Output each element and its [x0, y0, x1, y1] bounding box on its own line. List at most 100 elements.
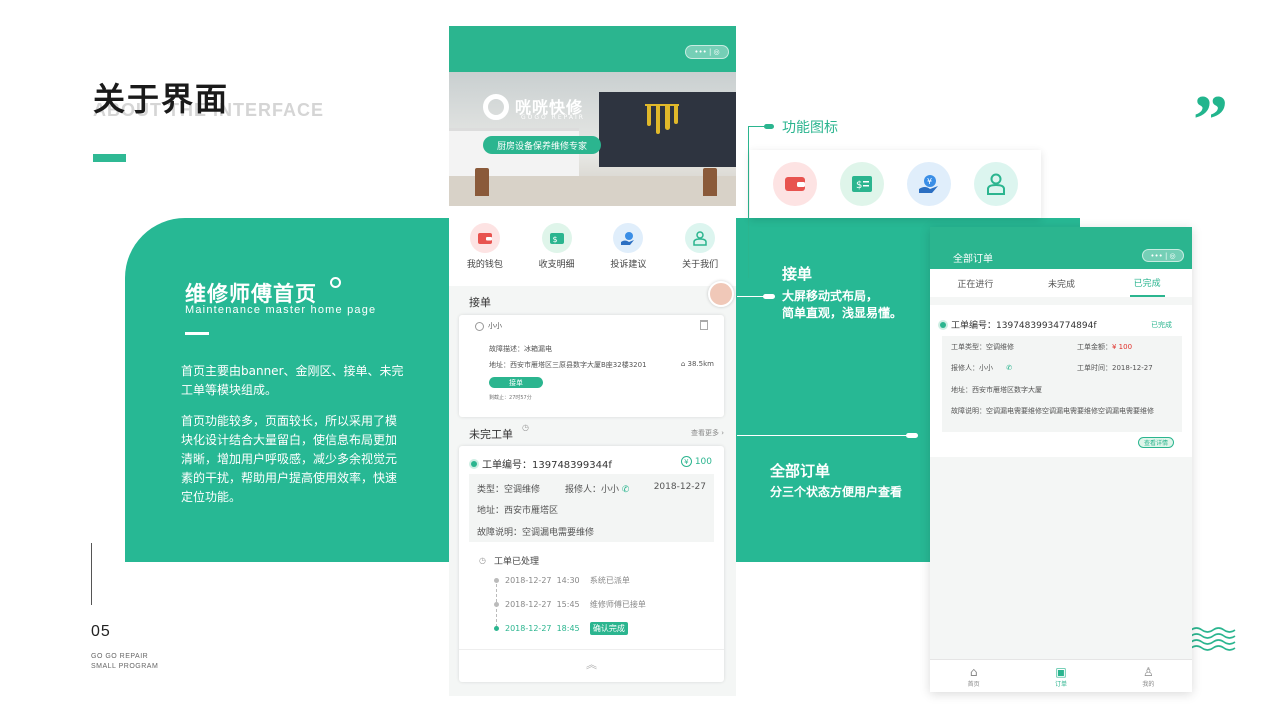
accent-bar	[93, 154, 126, 162]
timeline-item: 2018-12-27 18:45 确认完成	[505, 622, 628, 635]
avatar[interactable]	[708, 281, 734, 307]
accept-user: 小小	[488, 322, 502, 330]
user-icon	[475, 321, 484, 331]
tab-incomplete[interactable]: 未完成	[1048, 277, 1075, 290]
wallet-icon[interactable]	[773, 162, 818, 206]
quick-icons: 我的钱包 $ 收支明细 投诉建议 关于我们	[449, 206, 736, 286]
quote-mark-icon: ”	[1193, 82, 1228, 159]
waves-decoration-icon	[1190, 627, 1236, 651]
home-screen-mockup: ••• | ◎ 咣咣快修 GOGO REPAIR 厨房设备保养维修专家 我的钱包…	[449, 26, 736, 696]
callout-icons-label: 功能图标	[782, 120, 838, 136]
quick-icon-wallet[interactable]: 我的钱包	[453, 223, 517, 286]
callout-dot	[764, 124, 774, 129]
callout-accept-desc-2: 简单直观，浅显易懂。	[782, 306, 903, 320]
complaint-icon[interactable]: ¥	[906, 162, 951, 206]
completed-order-card[interactable]: 工单编号：13974839934774894f 已完成 工单类型：空调维修 工单…	[930, 305, 1192, 457]
status-dot	[940, 321, 946, 328]
pending-order-card[interactable]: 工单编号：139748399344f ¥ 100 类型：空调维修 报修人：小小 …	[459, 446, 724, 682]
orders-tabs: 正在进行 未完成 已完成	[930, 269, 1192, 297]
see-more-link[interactable]: 查看更多 ›	[691, 428, 724, 438]
tab-in-progress[interactable]: 正在进行	[957, 277, 993, 290]
quick-icon-about[interactable]: 关于我们	[668, 223, 732, 286]
orders-fault: 空调漏电需要维修空调漏电需要维修空调漏电需要维修	[986, 407, 1154, 415]
intro-subtitle: Maintenance master home page	[185, 304, 377, 316]
tabbar-profile[interactable]: ♙ 我的	[1142, 665, 1154, 688]
orders-order-no: 13974839934774894f	[996, 321, 1097, 331]
callout-line	[737, 296, 765, 297]
intro-dash	[185, 332, 209, 335]
banner-slogan: 厨房设备保养维修专家	[483, 136, 601, 154]
clock-icon: ◷	[522, 423, 529, 432]
callout-line	[748, 126, 749, 278]
nav-bar: ••• | ◎	[449, 26, 736, 72]
brand-logo-icon	[483, 94, 509, 120]
menu-capsule-button[interactable]: ••• | ◎	[685, 45, 729, 59]
phone-icon[interactable]: ✆	[1006, 364, 1012, 372]
timeline-item: 2018-12-27 14:30 系统已派单	[505, 576, 630, 585]
bill-icon: $	[541, 223, 572, 253]
timeline-item: 2018-12-27 15:45 维修师傅已接单	[505, 600, 646, 609]
profile-icon: ♙	[1142, 664, 1154, 679]
accept-address: 西安市雁塔区三原县数字大厦B座32楼3201	[510, 361, 647, 369]
circle-decoration-icon	[330, 277, 341, 288]
function-icon-panel: $ ¥	[750, 150, 1041, 218]
wallet-icon	[469, 223, 500, 253]
pending-type: 空调维修	[504, 485, 541, 495]
menu-capsule-button[interactable]: ••• | ◎	[1142, 249, 1184, 262]
page-number: 05	[91, 623, 111, 640]
callout-line	[737, 435, 909, 436]
pending-status: 工单已处理	[493, 557, 539, 567]
bill-icon[interactable]: $	[840, 162, 885, 206]
orders-status: 已完成	[1151, 321, 1172, 329]
banner[interactable]: 咣咣快修 GOGO REPAIR 厨房设备保养维修专家	[449, 72, 736, 206]
callout-orders-title: 全部订单	[770, 462, 831, 480]
tab-completed[interactable]: 已完成	[1129, 270, 1165, 297]
brand-caption: GO GO REPAIR SMALL PROGRAM	[91, 653, 159, 670]
pending-address: 西安市雁塔区	[504, 506, 559, 516]
orders-type: 空调维修	[986, 343, 1014, 351]
pending-order-no: 139748399344f	[532, 460, 612, 471]
status-dot	[471, 460, 477, 467]
orders-title: 全部订单	[953, 254, 993, 265]
location-icon: ⌂	[680, 360, 688, 368]
pending-section-title: 未完工单	[469, 428, 513, 441]
orders-address: 西安市雁塔区数字大厦	[972, 386, 1042, 394]
accept-section-title: 接单	[469, 296, 491, 309]
accept-fault: 冰箱漏电	[524, 345, 552, 353]
tabbar-orders[interactable]: ▣ 订单	[1055, 665, 1067, 688]
callout-accept-desc-1: 大屏移动式布局，	[782, 289, 879, 303]
phone-icon[interactable]: ✆	[622, 485, 630, 495]
callout-orders-desc: 分三个状态方便用户查看	[770, 485, 903, 499]
svg-text:¥: ¥	[927, 177, 932, 186]
callout-accept-title: 接单	[782, 265, 813, 283]
quick-icon-bill[interactable]: $ 收支明细	[525, 223, 589, 286]
home-icon: ⌂	[969, 664, 978, 679]
orders-screen-mockup: 全部订单 ••• | ◎ 正在进行 未完成 已完成 工单编号：139748399…	[930, 227, 1192, 692]
about-icon[interactable]	[973, 162, 1018, 206]
chevron-up-icon[interactable]: ︽	[586, 656, 597, 672]
pending-amount: 100	[694, 456, 712, 467]
brand-name-en: GOGO REPAIR	[521, 114, 585, 121]
confirm-complete-badge[interactable]: 确认完成	[589, 622, 628, 635]
orders-amount: ¥ 100	[1112, 343, 1133, 351]
tabbar-home[interactable]: ⌂ 首页	[968, 665, 980, 688]
view-detail-button[interactable]: 查看详情	[1138, 437, 1174, 448]
orders-nav-bar: 全部订单 ••• | ◎	[930, 227, 1192, 269]
divider-line	[91, 543, 92, 605]
svg-text:$: $	[552, 235, 557, 244]
callout-dot	[763, 294, 775, 299]
delete-icon[interactable]	[700, 320, 708, 330]
quick-icon-complaint[interactable]: 投诉建议	[596, 223, 660, 286]
chevron-right-icon: ›	[721, 429, 724, 437]
orders-reporter: 小小	[979, 364, 993, 372]
clock-icon: ◷	[479, 556, 486, 565]
accept-distance: 38.5km	[687, 360, 714, 368]
pending-date: 2018-12-27	[653, 482, 706, 492]
callout-dot	[906, 433, 918, 438]
complaint-icon	[613, 223, 644, 253]
orders-time: 2018-12-27	[1112, 364, 1153, 372]
accept-button[interactable]: 接单	[489, 377, 543, 388]
yuan-icon: ¥	[680, 456, 692, 467]
svg-text:$: $	[856, 180, 862, 191]
intro-paragraph-2: 首页功能较多，页面较长，所以采用了模块化设计结合大量留白，使信息布局更加清晰，增…	[181, 414, 398, 504]
